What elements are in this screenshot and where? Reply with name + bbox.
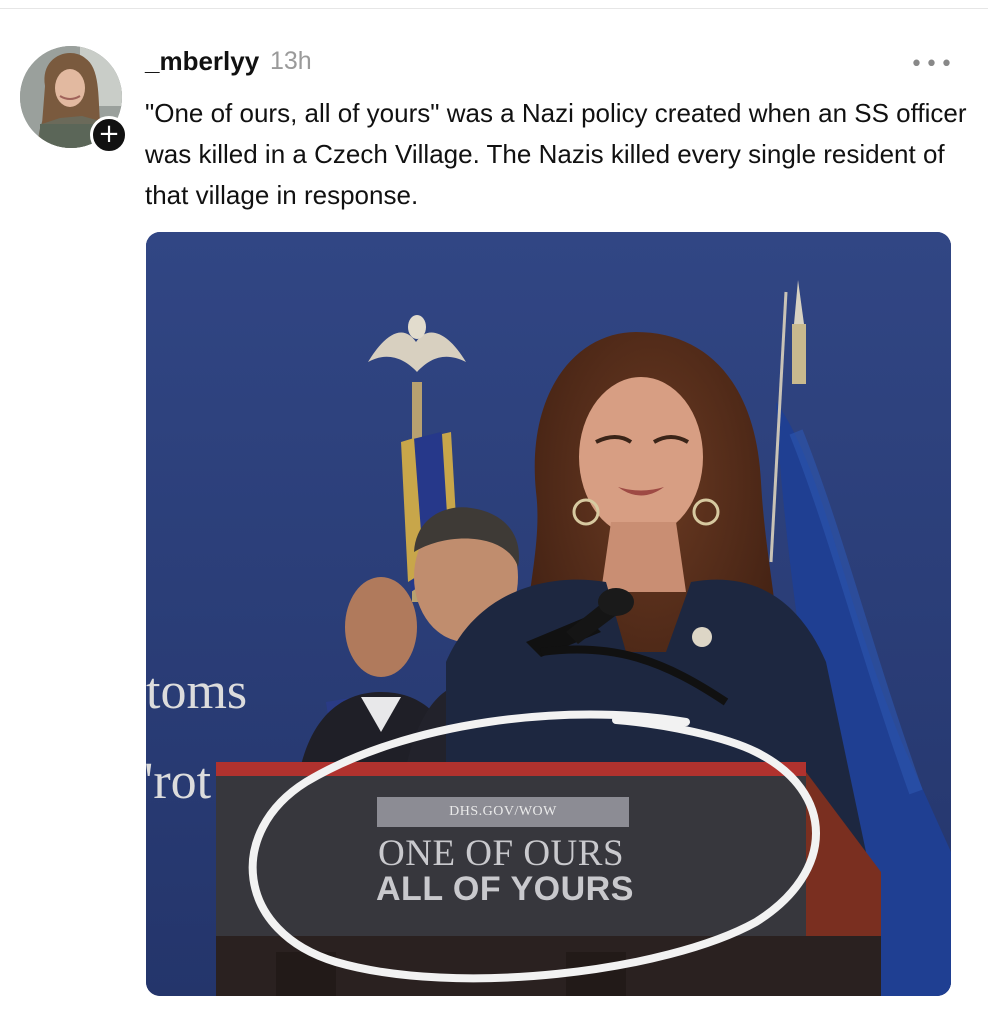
wall-text-line1: toms: [146, 663, 248, 720]
follow-button[interactable]: +: [90, 116, 128, 154]
plus-icon: +: [98, 119, 120, 149]
post-caption: "One of ours, all of yours" was a Nazi p…: [145, 98, 967, 210]
more-options-icon[interactable]: •••: [910, 52, 955, 77]
podium-slogan-line2: ALL OF YOURS: [376, 870, 634, 908]
wall-text-line2: 'rot: [146, 753, 212, 810]
timestamp: 13h: [270, 47, 312, 75]
post-image[interactable]: toms 'rot DHS.GOV/WOW ONE OF OURS ALL OF…: [146, 232, 951, 996]
podium-url: DHS.GOV/WOW: [377, 797, 629, 827]
podium-slogan-line1: ONE OF OURS: [378, 833, 625, 874]
username[interactable]: _mberlyy: [145, 46, 259, 77]
top-divider: [0, 8, 988, 9]
